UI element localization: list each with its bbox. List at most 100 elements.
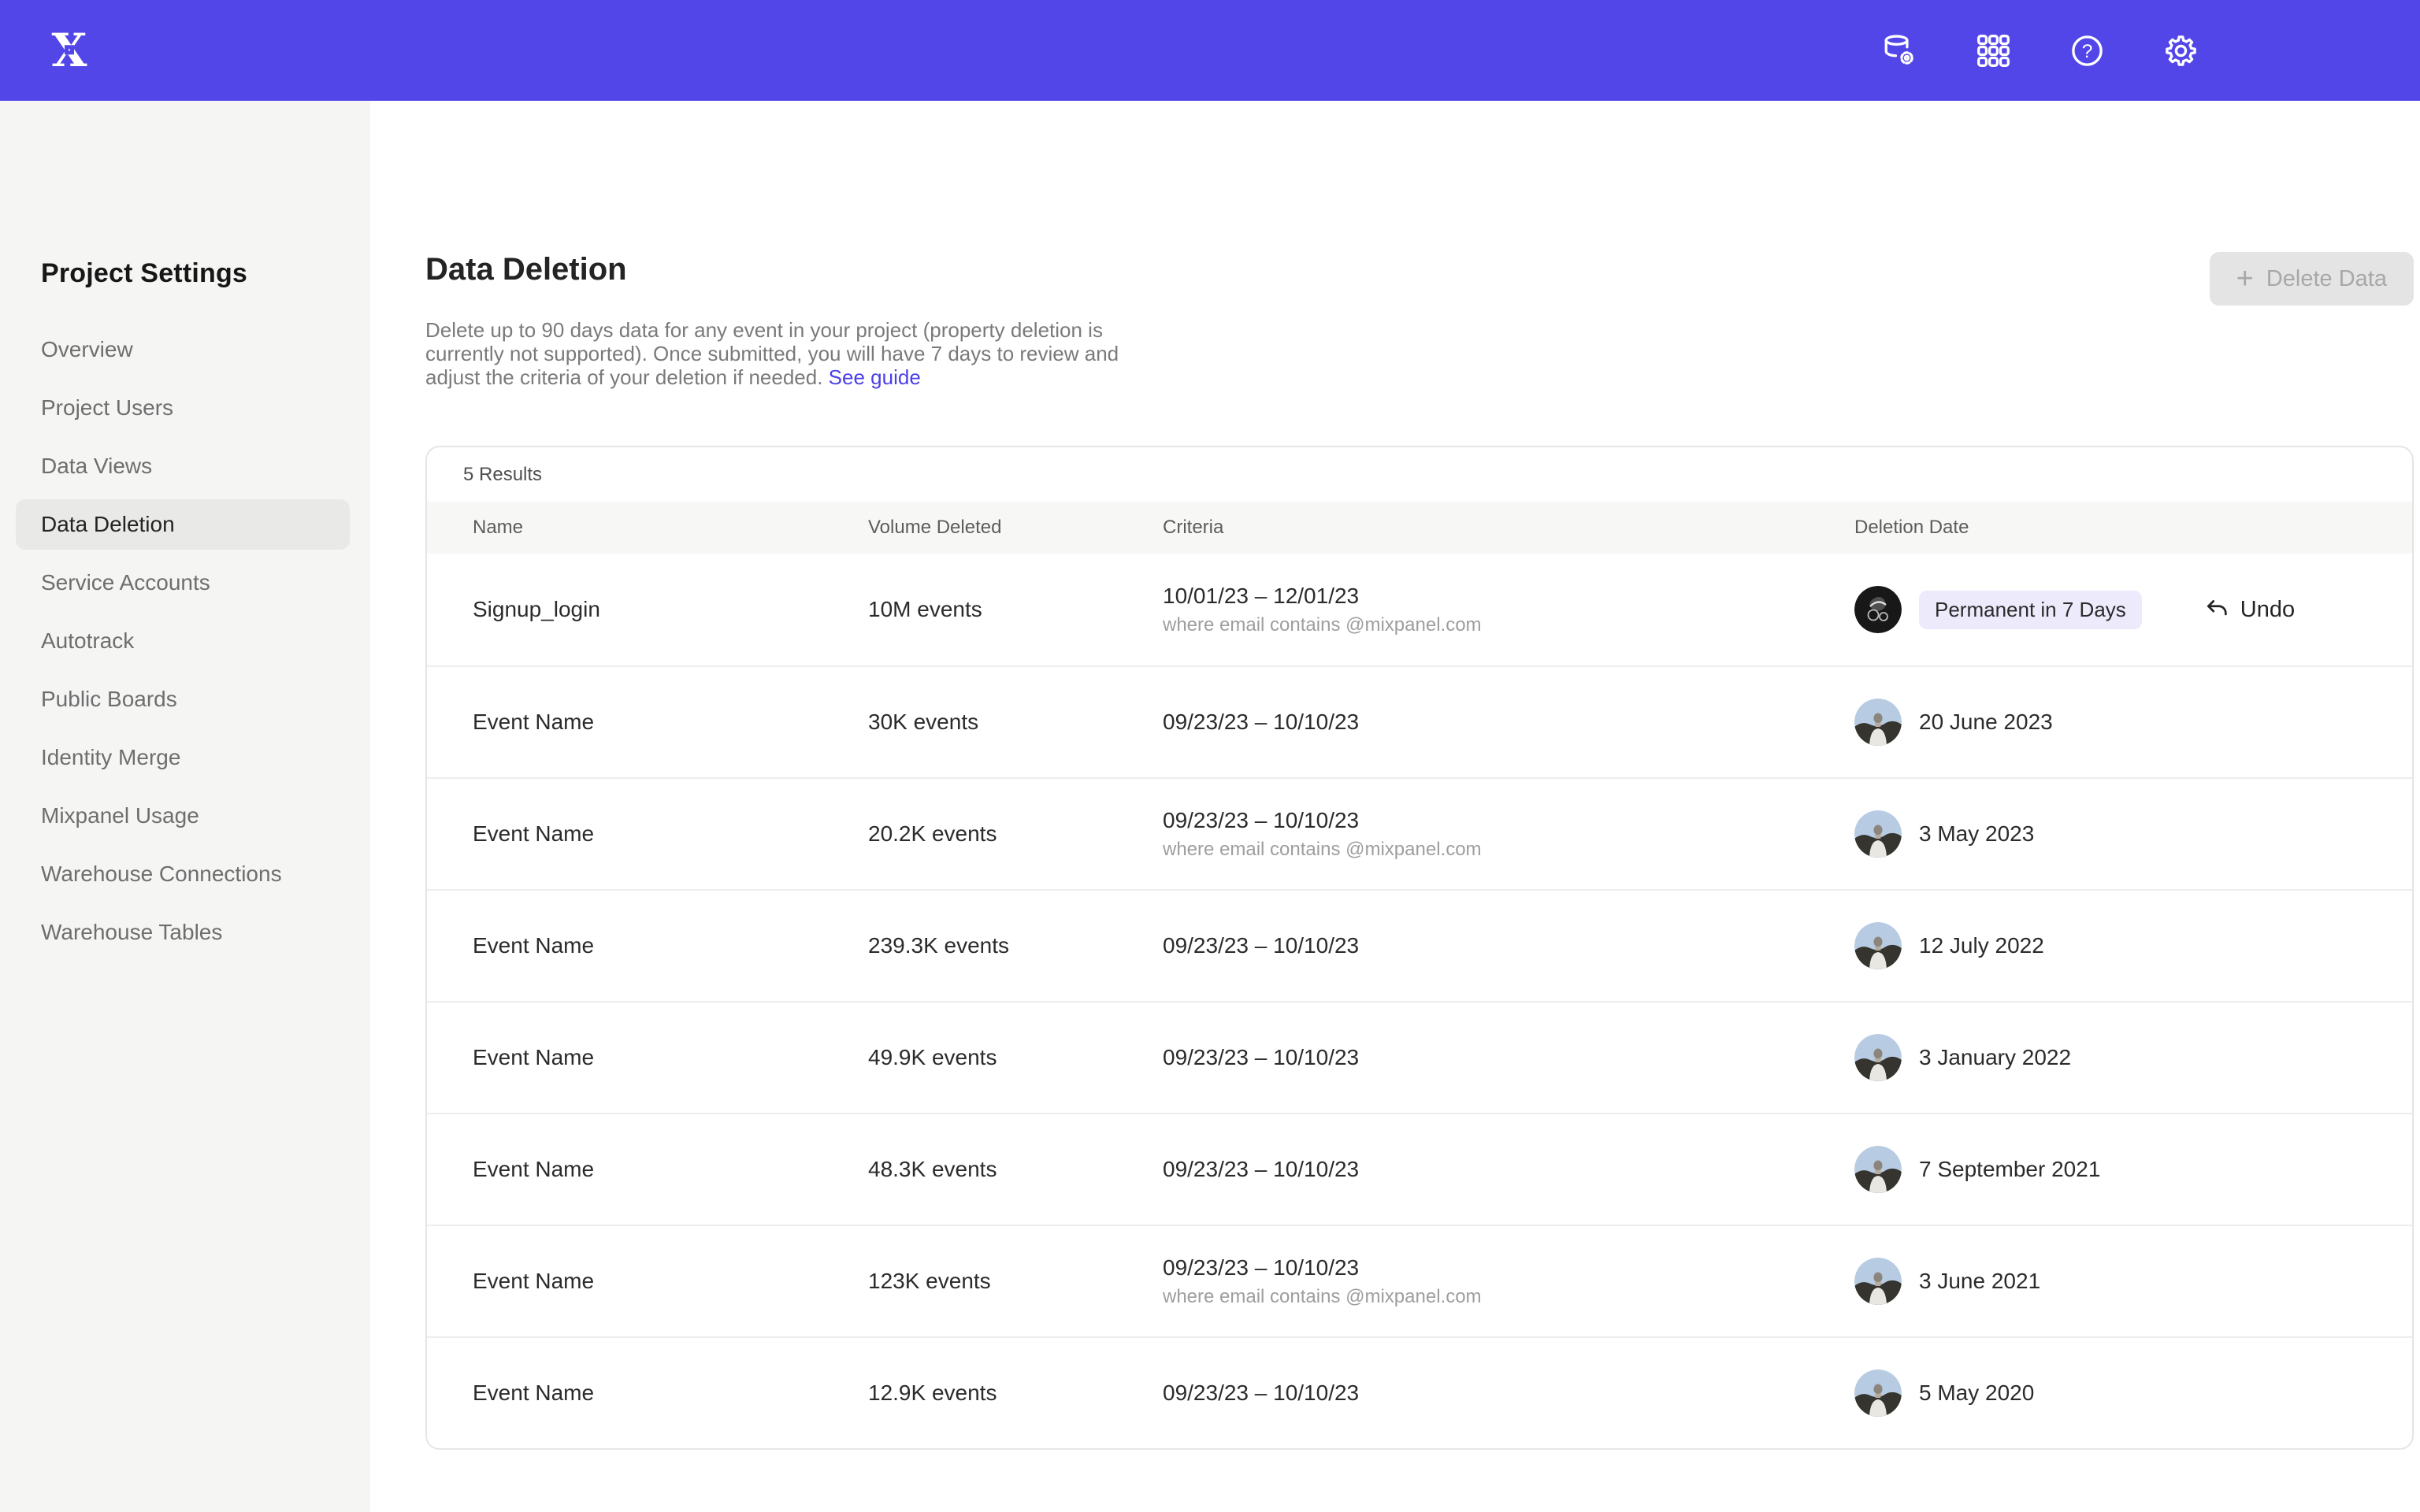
event-name: Event Name (473, 710, 868, 735)
page-title: Data Deletion (425, 250, 627, 288)
column-header-name: Name (473, 517, 868, 539)
event-name: Event Name (473, 1269, 868, 1294)
deletion-date: 7 September 2021 (1919, 1157, 2100, 1182)
volume-deleted: 239.3K events (868, 933, 1163, 958)
sidebar-item-label: Data Deletion (41, 512, 175, 537)
deletion-date-cell: 3 June 2021 (1854, 1258, 2412, 1305)
data-pipeline-icon[interactable] (1881, 32, 1918, 69)
description-line-text: adjust the criteria of your deletion if … (425, 365, 822, 389)
criteria-date-range: 09/23/23 – 10/10/23 (1163, 710, 1854, 735)
page-description: Delete up to 90 days data for any event … (425, 318, 2414, 389)
sidebar-item-warehouse-tables[interactable]: Warehouse Tables (0, 903, 370, 962)
help-icon[interactable]: ? (2069, 32, 2106, 69)
svg-text:?: ? (2082, 41, 2093, 62)
sidebar-item-project-users[interactable]: Project Users (0, 379, 370, 437)
topbar: X ? (0, 0, 2420, 101)
user-avatar (1854, 1146, 1902, 1193)
deletion-date-cell: 5 May 2020 (1854, 1369, 2412, 1417)
event-name: Event Name (473, 1157, 868, 1182)
column-header-criteria: Criteria (1163, 517, 1854, 539)
delete-data-button[interactable]: Delete Data (2210, 252, 2414, 306)
criteria-cell: 10/01/23 – 12/01/23where email contains … (1163, 584, 1854, 636)
user-avatar (1854, 586, 1902, 633)
table-row: Event Name48.3K events09/23/23 – 10/10/2… (427, 1113, 2412, 1225)
sidebar-item-mixpanel-usage[interactable]: Mixpanel Usage (0, 787, 370, 845)
sidebar-item-label: Mixpanel Usage (41, 803, 199, 828)
sidebar-item-data-views[interactable]: Data Views (0, 437, 370, 495)
volume-deleted: 12.9K events (868, 1380, 1163, 1406)
event-name: Event Name (473, 1045, 868, 1070)
criteria-cell: 09/23/23 – 10/10/23 (1163, 710, 1854, 735)
event-name: Event Name (473, 1380, 868, 1406)
event-name: Signup_login (473, 597, 868, 622)
sidebar-item-public-boards[interactable]: Public Boards (0, 670, 370, 728)
deletion-date-cell: 12 July 2022 (1854, 922, 2412, 969)
mixpanel-logo: X (46, 27, 93, 74)
sidebar-item-overview[interactable]: Overview (0, 321, 370, 379)
sidebar-item-label: Autotrack (41, 628, 134, 654)
criteria-filter: where email contains @mixpanel.com (1163, 839, 1854, 861)
user-avatar (1854, 1369, 1902, 1417)
sidebar-item-identity-merge[interactable]: Identity Merge (0, 728, 370, 787)
user-avatar (1854, 1258, 1902, 1305)
user-avatar (1854, 699, 1902, 746)
deletion-table-card: 5 Results Name Volume Deleted Criteria D… (425, 446, 2414, 1450)
sidebar-item-label: Service Accounts (41, 570, 210, 595)
deletion-date: 3 January 2022 (1919, 1045, 2071, 1070)
deletion-date-cell: Permanent in 7 Days Undo (1854, 586, 2412, 633)
plus-icon (2236, 264, 2254, 295)
topbar-icons: ? (1881, 32, 2199, 69)
event-name: Event Name (473, 821, 868, 847)
undo-button[interactable]: Undo (2203, 596, 2295, 623)
deletion-date-cell: 20 June 2023 (1854, 699, 2412, 746)
criteria-cell: 09/23/23 – 10/10/23 (1163, 1380, 1854, 1406)
user-avatar (1854, 1034, 1902, 1081)
user-avatar (1854, 810, 1902, 858)
user-avatar (1854, 922, 1902, 969)
table-row: Event Name30K events09/23/23 – 10/10/232… (427, 665, 2412, 777)
deletion-date: 3 May 2023 (1919, 821, 2034, 847)
table-row: Event Name123K events09/23/23 – 10/10/23… (427, 1225, 2412, 1336)
table-row: Event Name239.3K events09/23/23 – 10/10/… (427, 889, 2412, 1001)
column-header-volume: Volume Deleted (868, 517, 1163, 539)
criteria-filter: where email contains @mixpanel.com (1163, 614, 1854, 636)
description-line: currently not supported). Once submitted… (425, 342, 2414, 365)
column-header-deletion-date: Deletion Date (1854, 517, 2412, 539)
sidebar-item-warehouse-connections[interactable]: Warehouse Connections (0, 845, 370, 903)
table-row: Event Name49.9K events09/23/23 – 10/10/2… (427, 1001, 2412, 1113)
permanent-status-badge: Permanent in 7 Days (1919, 591, 2142, 629)
criteria-cell: 09/23/23 – 10/10/23 (1163, 1045, 1854, 1070)
page-body: Project Settings OverviewProject UsersDa… (0, 101, 2420, 1512)
description-line: Delete up to 90 days data for any event … (425, 318, 2414, 342)
table-body: Signup_login10M events10/01/23 – 12/01/2… (427, 554, 2412, 1448)
volume-deleted: 10M events (868, 597, 1163, 622)
deletion-date-cell: 3 January 2022 (1854, 1034, 2412, 1081)
sidebar-item-autotrack[interactable]: Autotrack (0, 612, 370, 670)
criteria-date-range: 09/23/23 – 10/10/23 (1163, 1157, 1854, 1182)
deletion-date: 3 June 2021 (1919, 1269, 2040, 1294)
sidebar-item-data-deletion[interactable]: Data Deletion (0, 495, 370, 554)
criteria-cell: 09/23/23 – 10/10/23 where email contains … (1163, 808, 1854, 861)
sidebar: Project Settings OverviewProject UsersDa… (0, 101, 370, 1512)
deletion-date: 5 May 2020 (1919, 1380, 2034, 1406)
undo-label: Undo (2240, 597, 2295, 623)
sidebar-item-label: Identity Merge (41, 745, 180, 770)
deletion-date-cell: 7 September 2021 (1854, 1146, 2412, 1193)
table-row: Event Name20.2K events09/23/23 – 10/10/2… (427, 777, 2412, 889)
criteria-date-range: 09/23/23 – 10/10/23 (1163, 1380, 1854, 1406)
table-header-row: Name Volume Deleted Criteria Deletion Da… (427, 502, 2412, 554)
see-guide-link[interactable]: See guide (829, 365, 921, 389)
apps-grid-icon[interactable] (1975, 32, 2012, 69)
logo-center-square (65, 45, 74, 54)
volume-deleted: 30K events (868, 710, 1163, 735)
sidebar-title: Project Settings (41, 258, 370, 289)
criteria-cell: 09/23/23 – 10/10/23 (1163, 933, 1854, 958)
sidebar-item-label: Warehouse Tables (41, 920, 222, 945)
main-content: Data Deletion Delete Data Delete up to 9… (370, 101, 2420, 1512)
settings-icon[interactable] (2162, 32, 2199, 69)
sidebar-item-service-accounts[interactable]: Service Accounts (0, 554, 370, 612)
criteria-date-range: 09/23/23 – 10/10/23 (1163, 808, 1854, 833)
volume-deleted: 20.2K events (868, 821, 1163, 847)
volume-deleted: 48.3K events (868, 1157, 1163, 1182)
criteria-cell: 09/23/23 – 10/10/23 (1163, 1157, 1854, 1182)
